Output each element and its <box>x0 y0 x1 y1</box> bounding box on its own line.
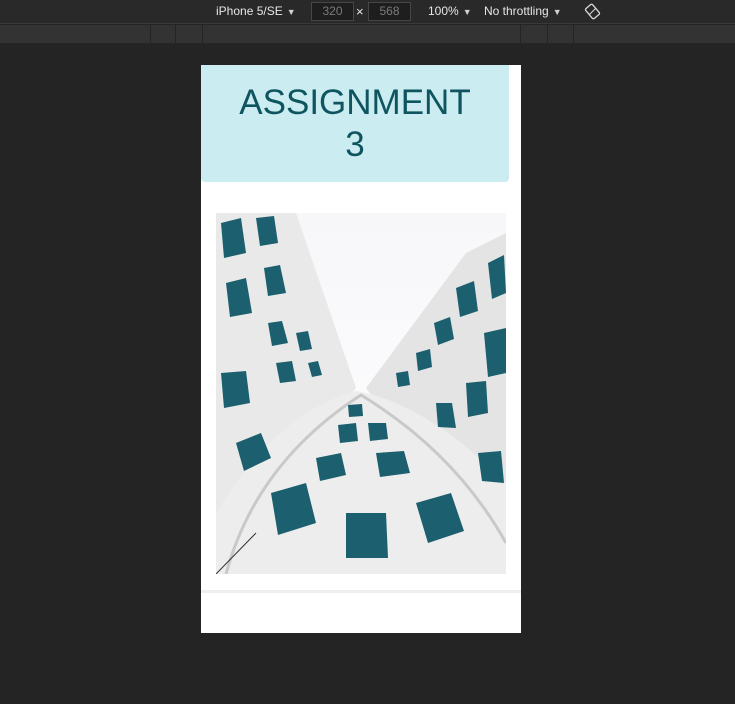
ruler-divider <box>573 25 574 43</box>
throttling-label: No throttling <box>484 4 549 18</box>
device-select[interactable]: iPhone 5/SE ▼ <box>216 0 296 23</box>
device-label: iPhone 5/SE <box>216 4 283 18</box>
chevron-down-icon: ▼ <box>286 7 296 17</box>
chevron-down-icon: ▼ <box>552 7 562 17</box>
throttling-select[interactable]: No throttling ▼ <box>484 0 562 23</box>
device-toolbar: iPhone 5/SE ▼ 320 × 568 100% ▼ No throttli… <box>0 0 735 24</box>
ruler-divider <box>547 25 548 43</box>
zoom-label: 100% <box>428 4 459 18</box>
width-input[interactable]: 320 <box>311 2 354 21</box>
divider <box>201 590 521 593</box>
height-input[interactable]: 568 <box>368 2 411 21</box>
ruler-divider <box>202 25 203 43</box>
ruler-divider <box>150 25 151 43</box>
page-header: ASSIGNMENT 3 <box>201 65 509 182</box>
chevron-down-icon: ▼ <box>462 7 472 17</box>
building-photo <box>216 213 506 574</box>
page-title: ASSIGNMENT 3 <box>239 82 471 164</box>
device-viewport: ASSIGNMENT 3 <box>201 65 521 633</box>
ruler-divider <box>175 25 176 43</box>
media-query-bar[interactable] <box>0 25 735 43</box>
ruler-divider <box>520 25 521 43</box>
rotate-icon[interactable] <box>584 3 601 20</box>
zoom-select[interactable]: 100% ▼ <box>428 0 472 23</box>
times-icon: × <box>356 4 364 19</box>
